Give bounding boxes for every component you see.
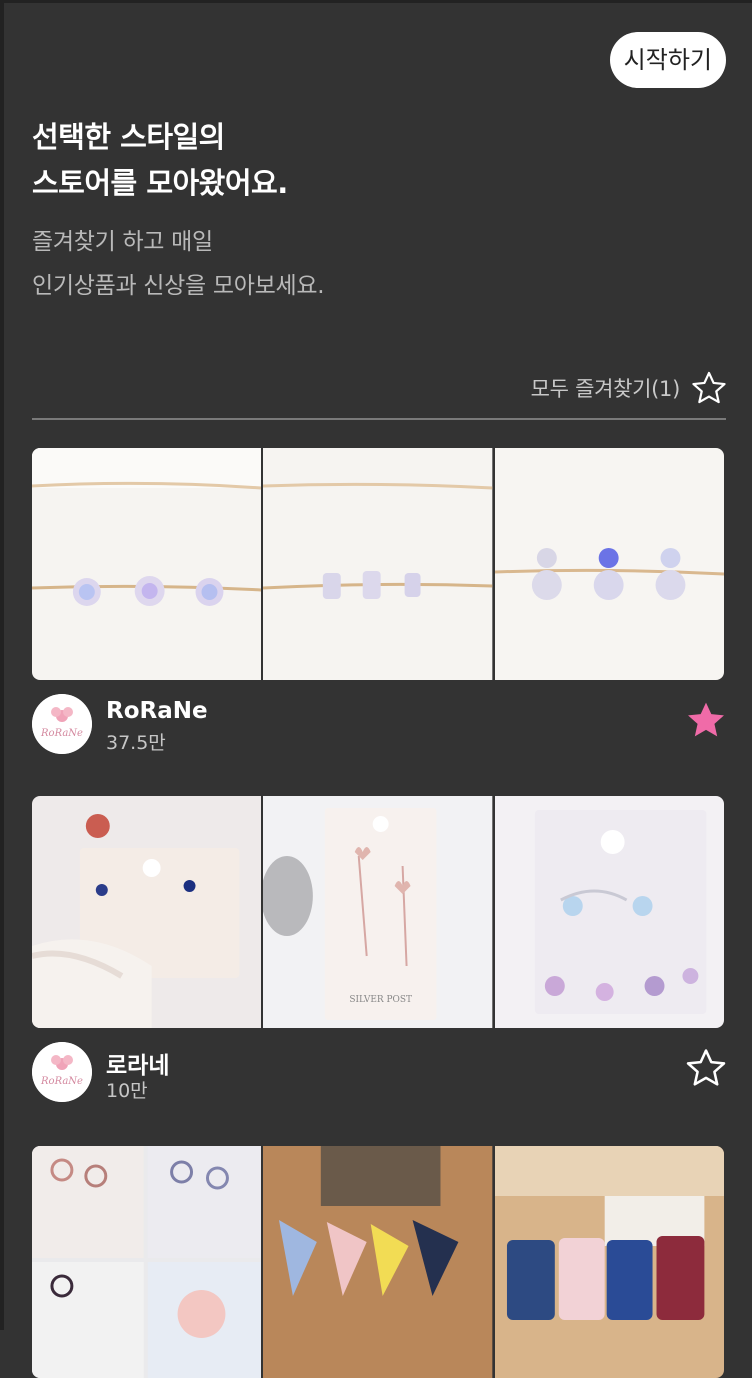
- store-info: RoRaNe RoRaNe 37.5만: [32, 692, 724, 768]
- store-card[interactable]: RoRaNe RoRaNe 37.5만: [32, 448, 724, 768]
- favorite-all-button[interactable]: 모두 즐겨찾기(1): [531, 366, 728, 410]
- product-thumbnail[interactable]: SILVER POST: [263, 796, 493, 1028]
- subtext-line-1: 즐겨찾기 하고 매일: [32, 229, 213, 255]
- store-follower-count: 37.5만: [106, 732, 166, 754]
- logo-text: RoRaNe: [40, 728, 83, 739]
- logo-text: RoRaNe: [40, 1076, 83, 1087]
- store-follower-count: 10만: [106, 1080, 148, 1102]
- store-card[interactable]: SILVER POST RoRaNe 로라네 10만: [32, 796, 726, 1116]
- product-thumbnail[interactable]: [263, 1146, 493, 1378]
- store-info: RoRaNe 로라네 10만: [32, 1040, 726, 1116]
- store-logo-avatar[interactable]: RoRaNe: [32, 694, 92, 754]
- start-button[interactable]: 시작하기: [609, 32, 726, 88]
- product-thumbnails: [32, 1146, 724, 1378]
- page-description: 즐겨찾기 하고 매일 인기상품과 신상을 모아보세요.: [32, 220, 325, 308]
- headline-line-1: 선택한 스타일의: [32, 120, 225, 154]
- product-thumbnail[interactable]: [32, 1146, 262, 1378]
- product-thumbnail[interactable]: [32, 796, 262, 1028]
- product-thumbnail[interactable]: [494, 1146, 724, 1378]
- product-thumbnails: SILVER POST: [32, 796, 724, 1028]
- store-logo-avatar[interactable]: RoRaNe: [32, 1042, 92, 1102]
- store-card[interactable]: [32, 1146, 724, 1378]
- star-outline-icon: [692, 371, 726, 404]
- product-thumbnails: [32, 448, 724, 680]
- page-title: 선택한 스타일의 스토어를 모아왔어요.: [32, 114, 288, 206]
- headline-line-2: 스토어를 모아왔어요.: [32, 166, 288, 200]
- product-thumbnail[interactable]: [263, 448, 493, 680]
- subtext-line-2: 인기상품과 신상을 모아보세요.: [32, 273, 325, 299]
- favorite-all-label: 모두 즐겨찾기(1): [530, 377, 681, 401]
- favorite-star-outline-icon[interactable]: [684, 1046, 728, 1090]
- favorite-star-filled-icon[interactable]: [684, 698, 728, 742]
- product-thumbnail[interactable]: [494, 796, 724, 1028]
- section-divider: [32, 418, 726, 420]
- store-name: RoRaNe: [106, 698, 208, 724]
- product-thumbnail[interactable]: [494, 448, 724, 680]
- store-name: 로라네: [106, 1053, 170, 1079]
- silver-post-label: SILVER POST: [350, 995, 413, 1005]
- product-thumbnail[interactable]: [32, 448, 262, 680]
